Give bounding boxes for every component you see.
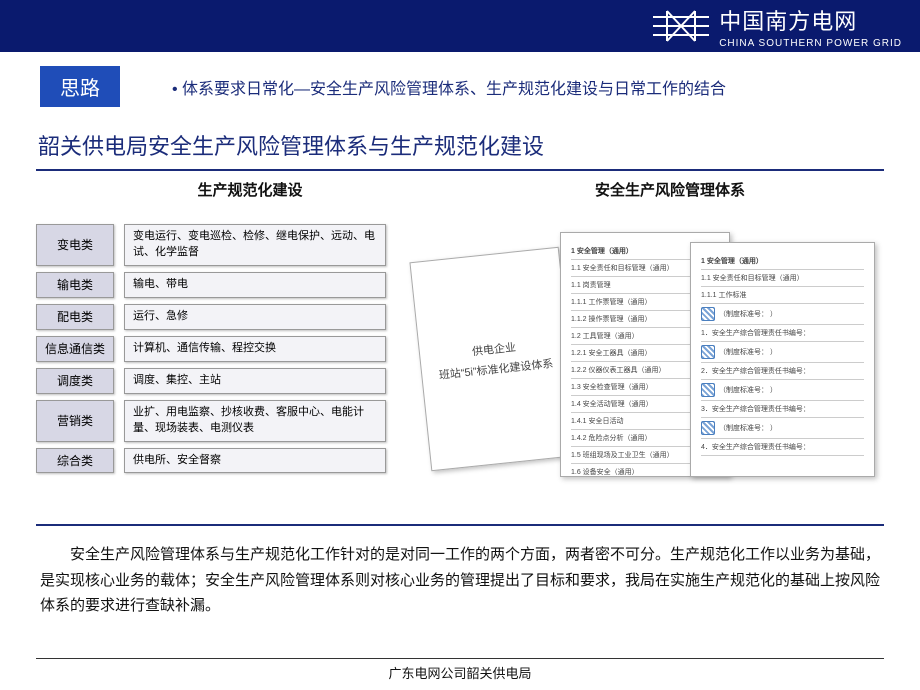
detail-cell: 调度、集控、主站 — [124, 368, 386, 394]
category-cell: 营销类 — [36, 400, 114, 442]
body-paragraph: 安全生产风险管理体系与生产规范化工作针对的是对同一工作的两个方面，两者密不可分。… — [0, 526, 920, 619]
doc-c-title: 1 安全管理（通用） — [701, 253, 864, 270]
detail-cell: 供电所、安全督察 — [124, 448, 386, 474]
stamp-icon — [701, 383, 715, 397]
company-logo: 中国南方电网 CHINA SOUTHERN POWER GRID — [653, 4, 902, 49]
topline: 思路 • 体系要求日常化—安全生产风险管理体系、生产规范化建设与日常工作的结合 — [0, 52, 920, 115]
doc-c-line: 1.1.1 工作标准 — [701, 287, 864, 304]
doc-c-line: 1.1 安全责任和目标管理（通用） — [701, 270, 864, 287]
detail-cell: 运行、急修 — [124, 304, 386, 330]
logo-text: 中国南方电网 CHINA SOUTHERN POWER GRID — [719, 4, 902, 49]
table-row: 调度类 调度、集控、主站 — [36, 368, 386, 394]
footer-text: 广东电网公司韶关供电局 — [36, 658, 884, 682]
detail-cell: 计算机、通信传输、程控交换 — [124, 336, 386, 362]
category-cell: 配电类 — [36, 304, 114, 330]
category-cell: 输电类 — [36, 272, 114, 298]
table-row: 输电类 输电、带电 — [36, 272, 386, 298]
detail-cell: 输电、带电 — [124, 272, 386, 298]
documents-preview: 供电企业 班站“5i”标准化建设体系 1 安全管理（通用） 1.1 安全责任和目… — [410, 224, 884, 504]
detail-cell: 业扩、用电监察、抄核收费、客服中心、电能计量、现场装表、电测仪表 — [124, 400, 386, 442]
doc-c-line: 4．安全生产综合管理责任书编号： — [701, 439, 864, 456]
document-c: 1 安全管理（通用） 1.1 安全责任和目标管理（通用） 1.1.1 工作标准 … — [690, 242, 875, 477]
section-labels: 生产规范化建设 安全生产风险管理体系 — [0, 171, 920, 206]
stamp-icon — [701, 307, 715, 321]
table-row: 营销类 业扩、用电监察、抄核收费、客服中心、电能计量、现场装表、电测仪表 — [36, 400, 386, 442]
doc-c-line: （制度标准号： ） — [701, 380, 864, 401]
doc-c-line: （制度标准号： ） — [701, 342, 864, 363]
stamp-icon — [701, 345, 715, 359]
document-a: 供电企业 班站“5i”标准化建设体系 — [409, 247, 580, 472]
content-area: 变电类 变电运行、变电巡检、检修、继电保护、远动、电试、化学监督 输电类 输电、… — [0, 206, 920, 504]
stamp-icon — [701, 421, 715, 435]
table-row: 综合类 供电所、安全督察 — [36, 448, 386, 474]
company-name-en: CHINA SOUTHERN POWER GRID — [719, 38, 902, 49]
section-label-left: 生产规范化建设 — [40, 179, 460, 200]
table-row: 信息通信类 计算机、通信传输、程控交换 — [36, 336, 386, 362]
table-row: 变电类 变电运行、变电巡检、检修、继电保护、远动、电试、化学监督 — [36, 224, 386, 266]
doc-a-line2: 班站“5i”标准化建设体系 — [438, 355, 554, 383]
category-table: 变电类 变电运行、变电巡检、检修、继电保护、远动、电试、化学监督 输电类 输电、… — [36, 224, 386, 504]
company-name-cn: 中国南方电网 — [719, 4, 902, 36]
category-cell: 综合类 — [36, 448, 114, 474]
category-cell: 调度类 — [36, 368, 114, 394]
doc-c-line: （制度标准号： ） — [701, 304, 864, 325]
grid-logo-icon — [653, 9, 709, 43]
section-label-right: 安全生产风险管理体系 — [460, 179, 880, 200]
table-row: 配电类 运行、急修 — [36, 304, 386, 330]
doc-c-line: 1．安全生产综合管理责任书编号： — [701, 325, 864, 342]
category-cell: 信息通信类 — [36, 336, 114, 362]
topline-text: • 体系要求日常化—安全生产风险管理体系、生产规范化建设与日常工作的结合 — [172, 75, 726, 99]
header-bar: 中国南方电网 CHINA SOUTHERN POWER GRID — [0, 0, 920, 52]
page-title: 韶关供电局安全生产风险管理体系与生产规范化建设 — [0, 115, 920, 167]
doc-c-line: （制度标准号： ） — [701, 418, 864, 439]
idea-tag: 思路 — [40, 66, 120, 107]
detail-cell: 变电运行、变电巡检、检修、继电保护、远动、电试、化学监督 — [124, 224, 386, 266]
doc-a-line1: 供电企业 — [471, 339, 516, 360]
doc-c-line: 3．安全生产综合管理责任书编号： — [701, 401, 864, 418]
doc-c-line: 2．安全生产综合管理责任书编号： — [701, 363, 864, 380]
category-cell: 变电类 — [36, 224, 114, 266]
